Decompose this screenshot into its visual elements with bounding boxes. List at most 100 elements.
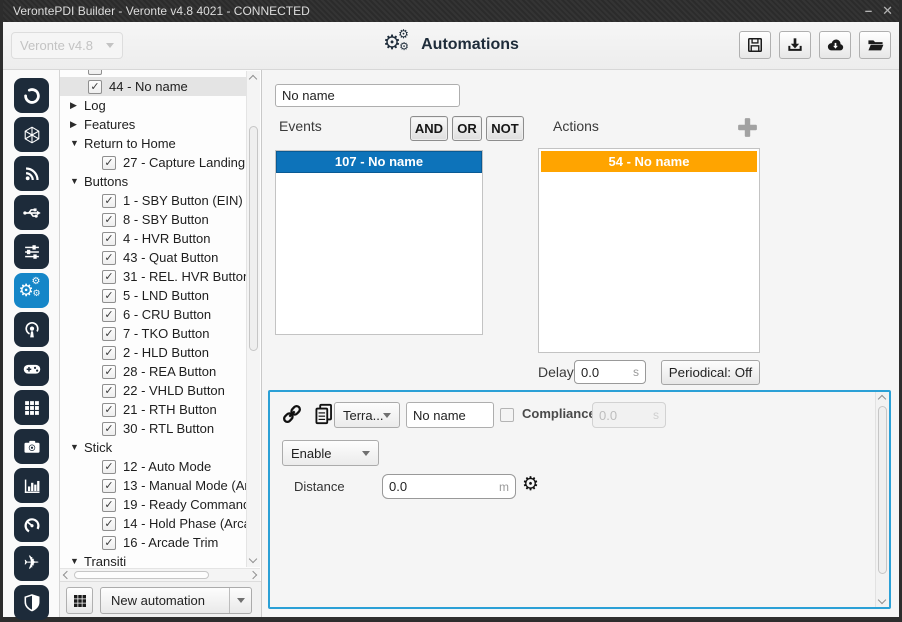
automation-name-input[interactable] [275, 84, 460, 107]
plane-icon[interactable]: ✈ [14, 546, 49, 581]
checkbox[interactable]: ✓ [102, 288, 116, 303]
scrollbar-thumb[interactable] [74, 571, 209, 579]
add-action-button[interactable] [735, 115, 760, 143]
scroll-left-icon[interactable] [62, 570, 72, 580]
tree-item[interactable]: ✓ 5 - LND Button [60, 286, 247, 305]
tree-item[interactable]: ✓ 6 - CRU Button [60, 305, 247, 324]
checkbox[interactable]: ✓ [102, 193, 116, 208]
scroll-up-icon[interactable] [877, 394, 887, 404]
automations-gears-icon[interactable]: ⚙ ⚙ ⚙ [14, 273, 49, 308]
new-automation-dropdown[interactable] [229, 588, 251, 613]
tree-item[interactable]: ✓ 44 - No name [60, 77, 247, 96]
triangle-down-icon[interactable]: ▼ [70, 552, 84, 568]
tree-vertical-scrollbar[interactable] [246, 71, 260, 567]
events-list[interactable]: 107 - No name [275, 150, 483, 335]
bar-chart-icon[interactable] [14, 468, 49, 503]
gamepad-icon[interactable] [14, 351, 49, 386]
tree-item[interactable]: ✓ [60, 70, 247, 77]
checkbox[interactable]: ✓ [102, 345, 116, 360]
triangle-right-icon[interactable]: ▶ [70, 96, 84, 115]
checkbox[interactable]: ✓ [102, 535, 116, 550]
event-item[interactable]: 107 - No name [276, 151, 482, 173]
grid-icon[interactable] [14, 390, 49, 425]
triangle-down-icon[interactable]: ▼ [70, 134, 84, 153]
shield-icon[interactable] [14, 585, 49, 620]
download-button[interactable] [779, 31, 811, 59]
scroll-right-icon[interactable] [248, 570, 258, 580]
tree-group[interactable]: ▶ Features [60, 115, 247, 134]
tree-item[interactable]: ✓ 4 - HVR Button [60, 229, 247, 248]
actions-list[interactable]: 54 - No name [538, 148, 760, 353]
tree-item[interactable]: ✓ 7 - TKO Button [60, 324, 247, 343]
camera-icon[interactable] [14, 429, 49, 464]
tree-item[interactable]: ✓ 16 - Arcade Trim [60, 533, 247, 552]
tree-item[interactable]: ✓ 22 - VHLD Button [60, 381, 247, 400]
triangle-right-icon[interactable]: ▶ [70, 115, 84, 134]
tree-item[interactable]: ✓ 12 - Auto Mode [60, 457, 247, 476]
triangle-down-icon[interactable]: ▼ [70, 438, 84, 457]
checkbox[interactable]: ✓ [102, 269, 116, 284]
action-name-input[interactable] [406, 402, 494, 428]
scroll-up-icon[interactable] [248, 74, 258, 84]
tree-item[interactable]: ✓ 27 - Capture Landing P [60, 153, 247, 172]
checkbox[interactable]: ✓ [102, 307, 116, 322]
mode-selector[interactable]: Enable [282, 440, 379, 466]
tree-item[interactable]: ✓ 13 - Manual Mode (Arc [60, 476, 247, 495]
compliance-time-checkbox[interactable]: ✓ [500, 408, 514, 422]
scrollbar-thumb[interactable] [249, 126, 258, 351]
podcast-icon[interactable] [14, 312, 49, 347]
distance-settings-gear-icon[interactable]: ⚙ [522, 472, 539, 498]
automation-grid-button[interactable] [66, 587, 93, 614]
not-operator-button[interactable]: NOT [486, 116, 524, 141]
tree-item[interactable]: ✓ 21 - RTH Button [60, 400, 247, 419]
checkbox[interactable]: ✓ [88, 79, 102, 94]
save-button[interactable] [739, 31, 771, 59]
scrollbar-thumb[interactable] [878, 406, 887, 574]
checkbox[interactable]: ✓ [102, 383, 116, 398]
scroll-down-icon[interactable] [248, 554, 258, 564]
gauge-icon[interactable] [14, 507, 49, 542]
checkbox[interactable]: ✓ [102, 497, 116, 512]
checkbox[interactable]: ✓ [102, 402, 116, 417]
checkbox[interactable]: ✓ [102, 250, 116, 265]
open-folder-button[interactable] [859, 31, 891, 59]
tree-group[interactable]: ▼ Return to Home [60, 134, 247, 153]
tree-item[interactable]: ✓ 2 - HLD Button [60, 343, 247, 362]
minimize-icon[interactable]: – [865, 0, 872, 22]
tree-item[interactable]: ✓ 19 - Ready Command [60, 495, 247, 514]
or-operator-button[interactable]: OR [452, 116, 482, 141]
action-type-selector[interactable]: Terra... [334, 402, 400, 428]
checkbox[interactable]: ✓ [88, 70, 102, 75]
checkbox[interactable]: ✓ [102, 421, 116, 436]
tree-group[interactable]: ▼ Transiti [60, 552, 247, 568]
checkbox[interactable]: ✓ [102, 459, 116, 474]
tree-item[interactable]: ✓ 30 - RTL Button [60, 419, 247, 438]
checkbox[interactable]: ✓ [102, 516, 116, 531]
tree-item[interactable]: ✓ 31 - REL. HVR Button [60, 267, 247, 286]
tree-group[interactable]: ▼ Buttons [60, 172, 247, 191]
triangle-down-icon[interactable]: ▼ [70, 172, 84, 191]
power-icon[interactable] [14, 78, 49, 113]
checkbox[interactable]: ✓ [102, 231, 116, 246]
mesh-sphere-icon[interactable] [14, 117, 49, 152]
tree-item[interactable]: ✓ 28 - REA Button [60, 362, 247, 381]
checkbox[interactable]: ✓ [102, 155, 116, 170]
delay-input[interactable] [581, 364, 633, 380]
new-automation-button[interactable]: New automation [100, 587, 252, 614]
editor-scrollbar[interactable] [875, 392, 889, 607]
sliders-icon[interactable] [14, 234, 49, 269]
rss-icon[interactable] [14, 156, 49, 191]
checkbox[interactable]: ✓ [102, 212, 116, 227]
tree-group[interactable]: ▼ Stick [60, 438, 247, 457]
usb-icon[interactable] [14, 195, 49, 230]
tree-horizontal-scrollbar[interactable] [60, 568, 260, 581]
checkbox[interactable]: ✓ [102, 326, 116, 341]
action-item[interactable]: 54 - No name [541, 151, 757, 172]
checkbox[interactable]: ✓ [102, 478, 116, 493]
cloud-download-button[interactable] [819, 31, 851, 59]
tree-item[interactable]: ✓ 14 - Hold Phase (Arcad [60, 514, 247, 533]
tree-group[interactable]: ▶ Log [60, 96, 247, 115]
checkbox[interactable]: ✓ [102, 364, 116, 379]
tree-item[interactable]: ✓ 8 - SBY Button [60, 210, 247, 229]
periodical-toggle-button[interactable]: Periodical: Off [661, 360, 760, 385]
